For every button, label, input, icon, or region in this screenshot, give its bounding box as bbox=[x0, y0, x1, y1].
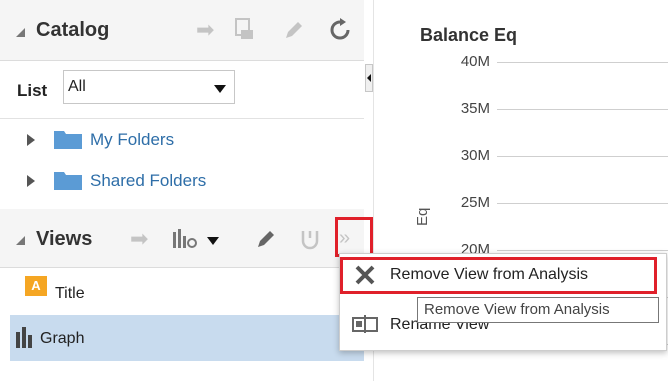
add-view-icon[interactable] bbox=[172, 228, 198, 255]
expand-icon[interactable] bbox=[27, 134, 35, 146]
folder-icon bbox=[54, 129, 82, 154]
y-gridline bbox=[497, 156, 668, 157]
arrow-right-icon[interactable]: ➡ bbox=[130, 228, 148, 250]
pencil-icon[interactable] bbox=[283, 19, 305, 45]
folder-label[interactable]: My Folders bbox=[90, 130, 174, 150]
graph-icon bbox=[15, 326, 35, 353]
title-icon: A bbox=[25, 276, 47, 296]
view-item-graph[interactable]: Graph bbox=[10, 315, 364, 361]
highlight-more-button bbox=[335, 217, 373, 257]
chevron-down-icon[interactable] bbox=[207, 237, 219, 245]
y-tick-label: 40M bbox=[460, 53, 490, 70]
view-label: Graph bbox=[40, 330, 85, 347]
pencil-icon[interactable] bbox=[255, 228, 277, 255]
y-tick-label: 30M bbox=[460, 147, 490, 164]
y-gridline bbox=[497, 203, 668, 204]
y-gridline bbox=[497, 250, 668, 251]
y-gridline bbox=[497, 109, 668, 110]
catalog-title: Catalog bbox=[36, 19, 110, 41]
chart-title: Balance Eq bbox=[420, 25, 518, 45]
collapse-catalog-icon[interactable] bbox=[16, 28, 25, 37]
y-gridline bbox=[497, 62, 668, 63]
arrow-right-icon[interactable]: ➡ bbox=[196, 19, 214, 41]
expand-icon[interactable] bbox=[27, 175, 35, 187]
views-header: Views ➡ » bbox=[0, 209, 364, 268]
folder-icon bbox=[54, 170, 82, 195]
list-select-value: All bbox=[68, 78, 86, 95]
mouse-icon[interactable] bbox=[298, 227, 322, 256]
folder-label[interactable]: Shared Folders bbox=[90, 171, 206, 191]
view-label: Title bbox=[55, 285, 85, 302]
list-label: List bbox=[17, 81, 48, 100]
rename-icon bbox=[352, 314, 378, 339]
collapse-views-icon[interactable] bbox=[16, 236, 25, 245]
list-select[interactable]: All bbox=[63, 70, 235, 104]
highlight-remove-view bbox=[340, 257, 657, 294]
refresh-icon[interactable] bbox=[328, 18, 352, 46]
tooltip: Remove View from Analysis bbox=[417, 297, 659, 323]
view-item-title[interactable]: A Title bbox=[10, 270, 364, 316]
catalog-header: Catalog ➡ bbox=[0, 0, 364, 61]
left-panel: Catalog ➡ List All My Folders Shared Fol… bbox=[0, 0, 364, 381]
y-tick-label: 35M bbox=[460, 100, 490, 117]
document-icon[interactable] bbox=[233, 17, 255, 45]
chevron-down-icon bbox=[214, 85, 226, 93]
folder-row-shared-folders[interactable]: Shared Folders bbox=[0, 162, 364, 200]
folder-row-my-folders[interactable]: My Folders bbox=[0, 121, 364, 159]
panel-splitter[interactable] bbox=[365, 64, 373, 92]
y-tick-label: 25M bbox=[460, 194, 490, 211]
collapse-panel-icon[interactable] bbox=[367, 74, 371, 82]
views-title: Views bbox=[36, 228, 93, 250]
